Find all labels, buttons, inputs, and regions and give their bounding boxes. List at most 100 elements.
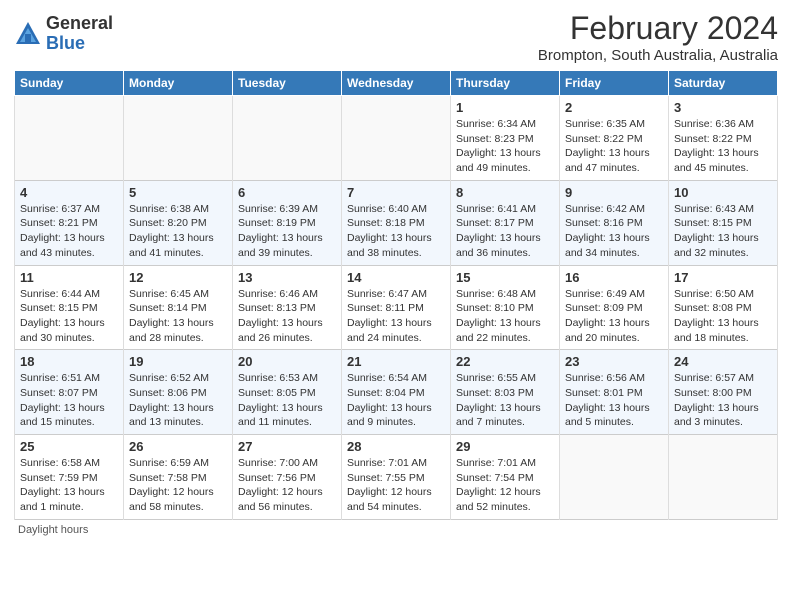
day-info: Sunrise: 6:47 AMSunset: 8:11 PMDaylight:… (347, 287, 445, 346)
calendar-cell: 9 Sunrise: 6:42 AMSunset: 8:16 PMDaylight… (560, 180, 669, 265)
day-header-tuesday: Tuesday (233, 71, 342, 96)
calendar-header: SundayMondayTuesdayWednesdayThursdayFrid… (15, 71, 778, 96)
day-number: 19 (129, 354, 227, 369)
calendar-cell: 2Sunrise: 6:35 AMSunset: 8:22 PMDaylight… (560, 96, 669, 181)
calendar-cell: 18Sunrise: 6:51 AMSunset: 8:07 PMDayligh… (15, 350, 124, 435)
day-info: Sunrise: 6:49 AMSunset: 8:09 PMDaylight:… (565, 287, 663, 346)
week-row-2: 11Sunrise: 6:44 AMSunset: 8:15 PMDayligh… (15, 265, 778, 350)
day-info: Sunrise: 6:36 AMSunset: 8:22 PMDaylight:… (674, 117, 772, 176)
day-number: 13 (238, 270, 336, 285)
day-header-thursday: Thursday (451, 71, 560, 96)
day-number: 4 (20, 185, 118, 200)
day-header-saturday: Saturday (669, 71, 778, 96)
day-info: Sunrise: 6:41 AMSunset: 8:17 PMDaylight:… (456, 202, 554, 261)
day-info: Sunrise: 6:52 AMSunset: 8:06 PMDaylight:… (129, 371, 227, 430)
title-block: February 2024 Brompton, South Australia,… (538, 10, 778, 64)
day-info: Sunrise: 6:40 AMSunset: 8:18 PMDaylight:… (347, 202, 445, 261)
main-title: February 2024 (538, 10, 778, 47)
calendar-cell: 25 Sunrise: 6:58 AMSunset: 7:59 PMDayligh… (15, 435, 124, 520)
day-number: 24 (674, 354, 772, 369)
calendar-cell: 28 Sunrise: 7:01 AMSunset: 7:55 PMDayligh… (342, 435, 451, 520)
day-number: 14 (347, 270, 445, 285)
calendar-cell: 24 Sunrise: 6:57 AMSunset: 8:00 PMDayligh… (669, 350, 778, 435)
logo-text: General Blue (46, 14, 113, 54)
day-info: Sunrise: 6:59 AMSunset: 7:58 PMDaylight:… (129, 456, 227, 515)
logo-icon (14, 20, 42, 48)
calendar-cell (669, 435, 778, 520)
calendar-cell: 4 Sunrise: 6:37 AMSunset: 8:21 PMDaylight… (15, 180, 124, 265)
logo: General Blue (14, 14, 113, 54)
day-info: Sunrise: 7:01 AMSunset: 7:54 PMDaylight:… (456, 456, 554, 515)
week-row-3: 18Sunrise: 6:51 AMSunset: 8:07 PMDayligh… (15, 350, 778, 435)
day-number: 9 (565, 185, 663, 200)
calendar-cell (15, 96, 124, 181)
header-row: SundayMondayTuesdayWednesdayThursdayFrid… (15, 71, 778, 96)
calendar-cell: 1Sunrise: 6:34 AMSunset: 8:23 PMDaylight… (451, 96, 560, 181)
day-info: Sunrise: 6:50 AMSunset: 8:08 PMDaylight:… (674, 287, 772, 346)
day-number: 15 (456, 270, 554, 285)
day-info: Sunrise: 6:54 AMSunset: 8:04 PMDaylight:… (347, 371, 445, 430)
footer: Daylight hours (14, 524, 778, 536)
day-info: Sunrise: 6:42 AMSunset: 8:16 PMDaylight:… (565, 202, 663, 261)
calendar-cell: 16 Sunrise: 6:49 AMSunset: 8:09 PMDayligh… (560, 265, 669, 350)
day-header-wednesday: Wednesday (342, 71, 451, 96)
week-row-4: 25 Sunrise: 6:58 AMSunset: 7:59 PMDayligh… (15, 435, 778, 520)
day-number: 11 (20, 270, 118, 285)
calendar-cell: 27 Sunrise: 7:00 AMSunset: 7:56 PMDayligh… (233, 435, 342, 520)
day-info: Sunrise: 7:01 AMSunset: 7:55 PMDaylight:… (347, 456, 445, 515)
calendar-cell (560, 435, 669, 520)
calendar-cell: 15 Sunrise: 6:48 AMSunset: 8:10 PMDayligh… (451, 265, 560, 350)
day-info: Sunrise: 6:57 AMSunset: 8:00 PMDaylight:… (674, 371, 772, 430)
day-number: 16 (565, 270, 663, 285)
day-number: 21 (347, 354, 445, 369)
day-number: 3 (674, 100, 772, 115)
day-number: 22 (456, 354, 554, 369)
day-info: Sunrise: 6:45 AMSunset: 8:14 PMDaylight:… (129, 287, 227, 346)
calendar-cell: 10 Sunrise: 6:43 AMSunset: 8:15 PMDayligh… (669, 180, 778, 265)
calendar-cell: 6Sunrise: 6:39 AMSunset: 8:19 PMDaylight… (233, 180, 342, 265)
calendar-cell (342, 96, 451, 181)
day-number: 25 (20, 439, 118, 454)
day-info: Sunrise: 6:46 AMSunset: 8:13 PMDaylight:… (238, 287, 336, 346)
calendar-cell: 7Sunrise: 6:40 AMSunset: 8:18 PMDaylight… (342, 180, 451, 265)
day-info: Sunrise: 6:48 AMSunset: 8:10 PMDaylight:… (456, 287, 554, 346)
day-info: Sunrise: 6:56 AMSunset: 8:01 PMDaylight:… (565, 371, 663, 430)
day-number: 6 (238, 185, 336, 200)
day-info: Sunrise: 6:38 AMSunset: 8:20 PMDaylight:… (129, 202, 227, 261)
calendar-body: 1Sunrise: 6:34 AMSunset: 8:23 PMDaylight… (15, 96, 778, 520)
logo-blue-text: Blue (46, 34, 113, 54)
day-info: Sunrise: 6:43 AMSunset: 8:15 PMDaylight:… (674, 202, 772, 261)
calendar-cell: 26 Sunrise: 6:59 AMSunset: 7:58 PMDayligh… (124, 435, 233, 520)
day-number: 2 (565, 100, 663, 115)
calendar-cell: 20 Sunrise: 6:53 AMSunset: 8:05 PMDayligh… (233, 350, 342, 435)
calendar-cell: 11Sunrise: 6:44 AMSunset: 8:15 PMDayligh… (15, 265, 124, 350)
day-info: Sunrise: 6:58 AMSunset: 7:59 PMDaylight:… (20, 456, 118, 515)
day-number: 26 (129, 439, 227, 454)
calendar-cell: 3 Sunrise: 6:36 AMSunset: 8:22 PMDaylight… (669, 96, 778, 181)
day-number: 28 (347, 439, 445, 454)
calendar-cell: 21 Sunrise: 6:54 AMSunset: 8:04 PMDayligh… (342, 350, 451, 435)
day-info: Sunrise: 6:53 AMSunset: 8:05 PMDaylight:… (238, 371, 336, 430)
day-number: 17 (674, 270, 772, 285)
calendar-cell: 12 Sunrise: 6:45 AMSunset: 8:14 PMDayligh… (124, 265, 233, 350)
day-number: 12 (129, 270, 227, 285)
calendar-cell: 23 Sunrise: 6:56 AMSunset: 8:01 PMDayligh… (560, 350, 669, 435)
page: General Blue February 2024 Brompton, Sou… (0, 0, 792, 612)
calendar-cell (124, 96, 233, 181)
day-info: Sunrise: 6:51 AMSunset: 8:07 PMDaylight:… (20, 371, 118, 430)
week-row-1: 4 Sunrise: 6:37 AMSunset: 8:21 PMDaylight… (15, 180, 778, 265)
calendar-cell: 19 Sunrise: 6:52 AMSunset: 8:06 PMDayligh… (124, 350, 233, 435)
day-number: 29 (456, 439, 554, 454)
day-number: 23 (565, 354, 663, 369)
day-number: 27 (238, 439, 336, 454)
day-number: 8 (456, 185, 554, 200)
day-number: 20 (238, 354, 336, 369)
day-header-sunday: Sunday (15, 71, 124, 96)
day-info: Sunrise: 6:55 AMSunset: 8:03 PMDaylight:… (456, 371, 554, 430)
header: General Blue February 2024 Brompton, Sou… (14, 10, 778, 64)
day-info: Sunrise: 6:37 AMSunset: 8:21 PMDaylight:… (20, 202, 118, 261)
day-info: Sunrise: 7:00 AMSunset: 7:56 PMDaylight:… (238, 456, 336, 515)
calendar-cell: 17 Sunrise: 6:50 AMSunset: 8:08 PMDayligh… (669, 265, 778, 350)
calendar-table: SundayMondayTuesdayWednesdayThursdayFrid… (14, 70, 778, 520)
day-number: 10 (674, 185, 772, 200)
